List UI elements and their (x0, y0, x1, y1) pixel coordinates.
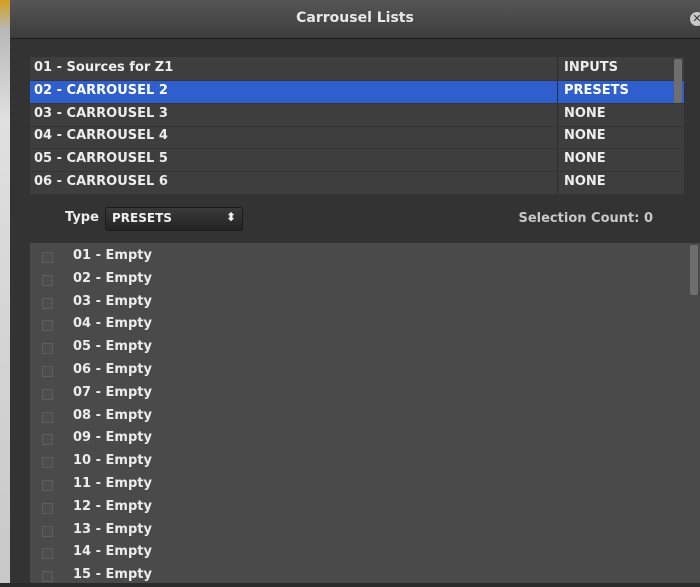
carousel-row[interactable]: 03 - CARROUSEL 3 NONE (30, 103, 684, 127)
carousel-list: 06 - CARROUSEL 6 NONE 05 - CARROUSEL 5 NONE… (30, 57, 684, 195)
carousel-row[interactable]: 05 - CARROUSEL 5 NONE (30, 148, 684, 173)
list-item[interactable]: 06 - Empty (30, 359, 690, 382)
list-item[interactable]: 13 - Empty (30, 519, 690, 542)
item-checkbox[interactable] (42, 274, 53, 286)
updown-arrows-icon: ⬍ (225, 210, 236, 224)
item-label: 10 - Empty (73, 453, 152, 469)
item-checkbox[interactable] (42, 411, 53, 423)
list-item[interactable]: 10 - Empty (30, 450, 690, 473)
item-checkbox[interactable] (42, 343, 53, 355)
item-label: 02 - Empty (73, 270, 152, 286)
item-label: 11 - Empty (73, 476, 152, 491)
item-checkbox[interactable] (42, 388, 53, 400)
item-label: 04 - Empty (73, 316, 152, 332)
item-label: 13 - Empty (73, 521, 152, 537)
type-select-value: PRESETS (112, 211, 172, 225)
carousel-type: NONE (564, 151, 606, 167)
item-label: 08 - Empty (73, 407, 152, 423)
list-item[interactable]: 09 - Empty (30, 427, 690, 450)
item-label: 09 - Empty (73, 430, 152, 446)
item-list: 15 - Empty 14 - Empty 13 - Empty 12 - Empty… (30, 243, 700, 583)
close-icon[interactable]: ✕ (690, 12, 700, 26)
item-label: 12 - Empty (73, 498, 152, 514)
item-checkbox[interactable] (42, 297, 53, 309)
carousel-type: NONE (564, 128, 606, 144)
carousel-name: 02 - CARROUSEL 2 (34, 82, 168, 98)
item-list-scrollbar[interactable] (690, 245, 698, 295)
carousel-name: 06 - CARROUSEL 6 (34, 174, 168, 189)
carousel-name: 01 - Sources for Z1 (34, 60, 174, 75)
list-item[interactable]: 12 - Empty (30, 496, 690, 519)
item-label: 03 - Empty (73, 293, 152, 309)
carousel-type: NONE (564, 174, 606, 189)
item-label: 14 - Empty (73, 544, 152, 560)
list-item[interactable]: 15 - Empty (30, 564, 690, 587)
list-item[interactable]: 05 - Empty (30, 336, 690, 359)
item-label: 05 - Empty (73, 339, 152, 355)
carrousel-lists-dialog: Carrousel Lists ✕ 06 - CARROUSEL 6 NONE 05… (10, 0, 700, 583)
item-checkbox[interactable] (42, 252, 53, 263)
list-item[interactable]: 04 - Empty (30, 313, 690, 336)
title-bar[interactable]: Carrousel Lists ✕ (10, 0, 700, 39)
item-label: 06 - Empty (73, 362, 152, 377)
item-label: 15 - Empty (73, 567, 152, 583)
window-title: Carrousel Lists (296, 10, 414, 26)
carousel-type: NONE (564, 105, 606, 121)
item-checkbox[interactable] (42, 457, 53, 469)
background-window-strip (0, 0, 10, 583)
carousel-row[interactable]: 04 - CARROUSEL 4 NONE (30, 125, 684, 150)
item-checkbox[interactable] (42, 502, 53, 514)
list-item[interactable]: 14 - Empty (30, 541, 690, 564)
item-checkbox[interactable] (42, 320, 53, 332)
list-item[interactable]: 01 - Empty (30, 245, 690, 268)
column-divider (557, 57, 558, 194)
carousel-name: 04 - CARROUSEL 4 (34, 128, 168, 144)
type-label: Type (65, 210, 99, 225)
list-item[interactable]: 08 - Empty (30, 405, 690, 428)
carousel-row[interactable]: 01 - Sources for Z1 INPUTS (30, 57, 684, 81)
list-item[interactable]: 07 - Empty (30, 382, 690, 405)
list-item[interactable]: 11 - Empty (30, 473, 690, 496)
item-checkbox[interactable] (42, 548, 53, 560)
item-label: 07 - Empty (73, 384, 152, 400)
carousel-row[interactable]: 06 - CARROUSEL 6 NONE (30, 171, 684, 195)
carousel-row[interactable]: 02 - CARROUSEL 2 PRESETS (30, 79, 684, 104)
list-item[interactable]: 03 - Empty (30, 291, 690, 314)
item-checkbox[interactable] (42, 571, 53, 583)
item-checkbox[interactable] (42, 525, 53, 537)
item-label: 01 - Empty (73, 248, 152, 263)
carousel-name: 05 - CARROUSEL 5 (34, 151, 168, 167)
item-checkbox[interactable] (42, 480, 53, 491)
selection-count: Selection Count: 0 (518, 211, 653, 226)
carousel-name: 03 - CARROUSEL 3 (34, 105, 168, 121)
type-select[interactable]: PRESETS ⬍ (105, 207, 243, 231)
carousel-list-scrollbar[interactable] (674, 59, 682, 103)
carousel-type: INPUTS (564, 60, 619, 75)
carousel-type: PRESETS (564, 82, 629, 98)
item-checkbox[interactable] (42, 366, 53, 377)
list-item[interactable]: 02 - Empty (30, 268, 690, 291)
item-checkbox[interactable] (42, 434, 53, 446)
